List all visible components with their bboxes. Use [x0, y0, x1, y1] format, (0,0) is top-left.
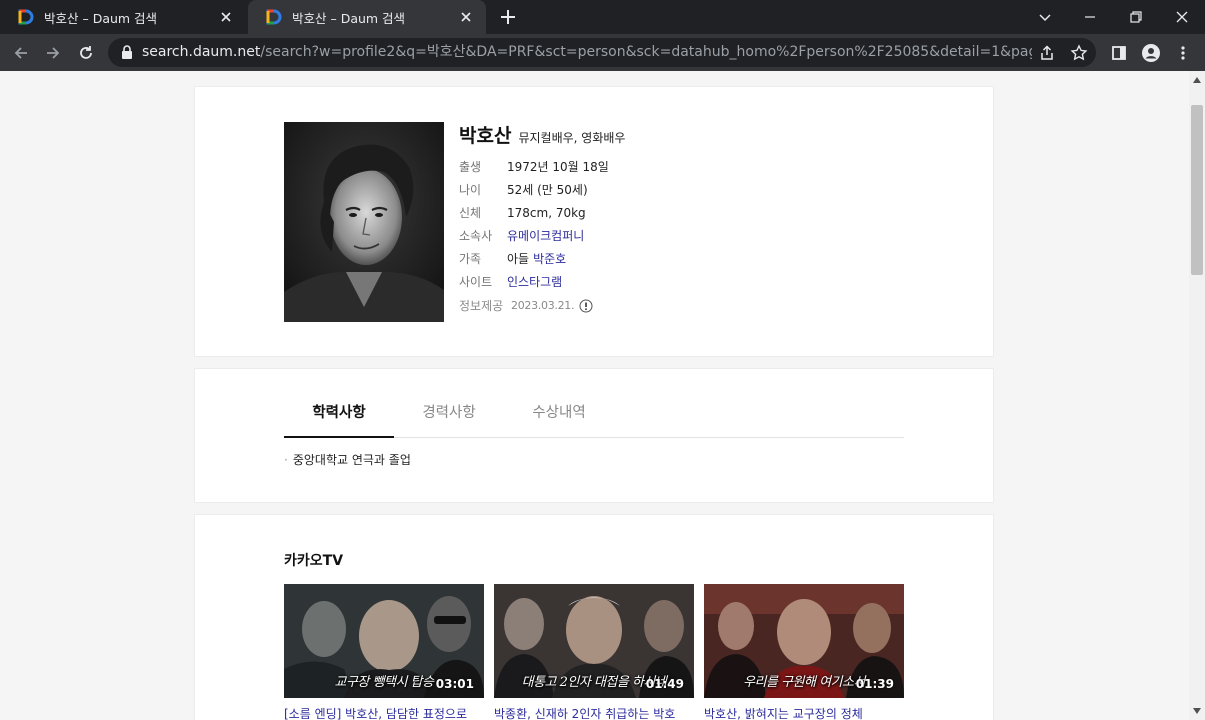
video-title-link[interactable]: 박종환, 신재하 2인자 취급하는 박호	[494, 705, 694, 720]
address-bar[interactable]: search.daum.net/search?w=profile2&q=박호산&…	[108, 38, 1096, 67]
close-tab-icon[interactable]	[458, 9, 474, 25]
scroll-up-arrow-icon[interactable]	[1193, 77, 1201, 83]
info-value: 52세 (만 50세)	[507, 183, 588, 197]
kebab-menu-icon	[1181, 46, 1185, 60]
close-tab-icon[interactable]	[218, 9, 234, 25]
video-title-link[interactable]: [소름 엔딩] 박호산, 담담한 표정으로	[284, 705, 484, 720]
tab-education[interactable]: 학력사항	[284, 391, 394, 438]
video-item[interactable]: 대통고 2인자 대접을 하시네 01:49 박종환, 신재하 2인자 취급하는 …	[494, 584, 694, 720]
lock-icon[interactable]	[120, 45, 134, 60]
url-text[interactable]: search.daum.net/search?w=profile2&q=박호산&…	[142, 38, 1032, 67]
tab-title: 박호산 – Daum 검색	[292, 10, 406, 26]
daum-favicon-icon	[18, 9, 34, 25]
info-label: 신체	[459, 206, 482, 220]
video-thumbnail[interactable]: 우리를 구원해 여기소서 01:39	[704, 584, 904, 698]
info-label: 가족	[459, 252, 482, 266]
side-panel-button[interactable]	[1108, 42, 1130, 64]
person-occupation: 뮤지컬배우, 영화배우	[518, 131, 626, 145]
video-duration: 03:01	[435, 677, 474, 691]
profile-card: 박호산 뮤지컬배우, 영화배우 출생 1972년 10월 18일 나이 52세 …	[194, 86, 994, 357]
info-label: 나이	[459, 183, 482, 197]
new-tab-icon[interactable]	[498, 7, 518, 27]
reload-icon	[80, 46, 92, 59]
video-thumbnail[interactable]: 대통고 2인자 대접을 하시네 01:49	[494, 584, 694, 698]
portrait-image	[284, 122, 444, 322]
daum-favicon-icon	[266, 9, 282, 25]
career-card: 학력사항 경력사항 수상내역 중앙대학교 연극과 졸업	[194, 368, 994, 503]
browser-tab-2[interactable]: 박호산 – Daum 검색	[248, 0, 486, 34]
source-date: 2023.03.21.	[511, 299, 575, 312]
instagram-link[interactable]: 인스타그램	[507, 273, 562, 290]
family-member-link[interactable]: 박준호	[533, 250, 566, 267]
agency-link[interactable]: 유메이크컴퍼니	[507, 227, 584, 244]
info-label: 소속사	[459, 229, 493, 243]
tab-search-chevron-icon[interactable]	[1035, 7, 1055, 27]
video-duration: 01:39	[855, 677, 894, 691]
info-row-age: 나이 52세 (만 50세)	[459, 178, 609, 201]
back-button[interactable]	[10, 42, 32, 64]
profile-info-list: 출생 1972년 10월 18일 나이 52세 (만 50세) 신체 178cm…	[459, 155, 609, 317]
source-label: 정보제공	[459, 299, 504, 313]
share-icon[interactable]	[1038, 44, 1056, 62]
info-row-site: 사이트 인스타그램	[459, 270, 609, 293]
info-row-agency: 소속사 유메이크컴퍼니	[459, 224, 609, 247]
section-title: 카카오TV	[284, 553, 344, 569]
side-panel-icon	[1112, 46, 1126, 60]
info-row-body: 신체 178cm, 70kg	[459, 201, 609, 224]
arrow-right-icon	[47, 47, 60, 59]
info-value: 1972년 10월 18일	[507, 160, 609, 174]
info-label: 출생	[459, 160, 482, 174]
forward-button[interactable]	[42, 42, 64, 64]
tab-awards[interactable]: 수상내역	[504, 391, 614, 438]
info-value: 178cm, 70kg	[507, 205, 586, 220]
info-row-family: 가족 아들 박준호	[459, 247, 609, 270]
reload-button[interactable]	[75, 42, 97, 64]
info-label: 사이트	[459, 275, 493, 289]
info-row-birth: 출생 1972년 10월 18일	[459, 155, 609, 178]
career-tabs: 학력사항 경력사항 수상내역	[284, 391, 904, 438]
browser-toolbar: search.daum.net/search?w=profile2&q=박호산&…	[0, 34, 1205, 71]
profile-button[interactable]	[1140, 42, 1162, 64]
family-relation: 아들	[507, 252, 530, 266]
video-item[interactable]: 우리를 구원해 여기소서 01:39 박호산, 밝혀지는 교구장의 정체	[704, 584, 904, 720]
restore-icon[interactable]	[1126, 7, 1146, 27]
page-viewport: 박호산 뮤지컬배우, 영화배우 출생 1972년 10월 18일 나이 52세 …	[0, 71, 1189, 720]
scrollbar-thumb[interactable]	[1191, 105, 1203, 275]
browser-tab-1[interactable]: 박호산 – Daum 검색	[0, 0, 246, 34]
arrow-left-icon	[14, 47, 27, 59]
person-name: 박호산	[459, 125, 512, 147]
tab-strip: 박호산 – Daum 검색 박호산 – Daum 검색	[0, 0, 1205, 34]
education-item: 중앙대학교 연극과 졸업	[284, 451, 411, 468]
report-exclamation-icon[interactable]	[579, 299, 593, 313]
profile-photo[interactable]	[284, 122, 444, 322]
kakaotv-card: 카카오TV 교구장 뺑택시 탑승 03:01 [소름 엔딩] 박호산, 담담한 …	[194, 514, 994, 720]
profile-header: 박호산 뮤지컬배우, 영화배우	[459, 121, 625, 148]
video-thumbnail[interactable]: 교구장 뺑택시 탑승 03:01	[284, 584, 484, 698]
profile-avatar-icon	[1142, 44, 1160, 62]
minimize-icon[interactable]	[1080, 7, 1100, 27]
menu-button[interactable]	[1172, 42, 1194, 64]
video-title-link[interactable]: 박호산, 밝혀지는 교구장의 정체	[704, 705, 904, 720]
url-host: search.daum.net	[142, 44, 261, 60]
video-duration: 01:49	[645, 677, 684, 691]
vertical-scrollbar[interactable]	[1189, 71, 1205, 720]
scroll-down-arrow-icon[interactable]	[1193, 708, 1201, 714]
video-item[interactable]: 교구장 뺑택시 탑승 03:01 [소름 엔딩] 박호산, 담담한 표정으로	[284, 584, 484, 720]
close-window-icon[interactable]	[1172, 7, 1192, 27]
bookmark-star-icon[interactable]	[1070, 44, 1088, 62]
tab-title: 박호산 – Daum 검색	[44, 10, 158, 26]
tab-career[interactable]: 경력사항	[394, 391, 504, 438]
info-source-row: 정보제공 2023.03.21.	[459, 294, 609, 317]
url-path: /search?w=profile2&q=박호산&DA=PRF&sct=pers…	[260, 44, 1032, 60]
